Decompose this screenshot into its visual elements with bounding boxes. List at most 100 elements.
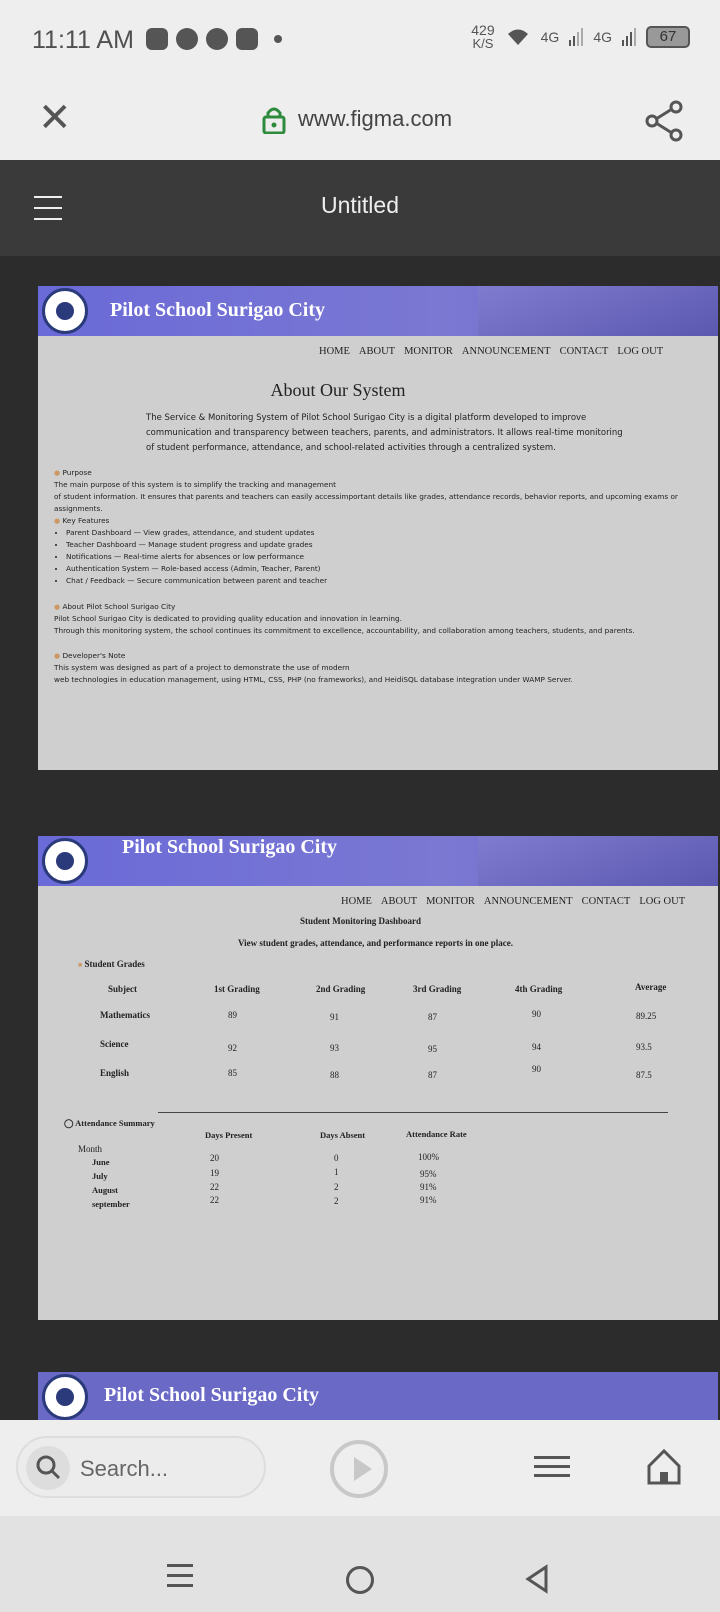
school-section-title: About Pilot School Surigao City (62, 602, 176, 611)
file-title: Untitled (321, 192, 399, 218)
grade-cell: 87 (428, 1070, 437, 1080)
header-banner: Pilot School Surigao City (38, 836, 718, 886)
school-name: Pilot School Surigao City (122, 836, 338, 858)
school-logo (42, 1374, 88, 1420)
grade-cell: 93 (330, 1043, 339, 1053)
nav-contact[interactable]: CONTACT (582, 896, 631, 907)
close-icon[interactable]: ✕ (38, 98, 72, 138)
att-cell: 2 (334, 1182, 339, 1192)
attendance-title: ◯ Attendance Summary (64, 1118, 155, 1128)
att-header: Days Present (205, 1130, 253, 1140)
school-name: Pilot School Surigao City (110, 299, 326, 321)
back-icon[interactable] (524, 1564, 550, 1594)
nav-home[interactable]: HOME (341, 896, 372, 907)
network-speed: 429 K/S (471, 22, 495, 51)
nav-monitor[interactable]: MONITOR (404, 346, 453, 357)
purpose-section: ● Purpose The main purpose of this syste… (54, 468, 678, 513)
signal-4g-1: 4G (540, 29, 560, 45)
battery-icon: 67 (646, 26, 690, 48)
nav-logout[interactable]: LOG OUT (639, 896, 685, 907)
feature-item: Parent Dashboard — View grades, attendan… (66, 527, 704, 539)
nav-about[interactable]: ABOUT (381, 896, 417, 907)
att-cell: 22 (210, 1195, 219, 1205)
att-month: June (92, 1157, 110, 1167)
grade-cell: 93.5 (636, 1042, 652, 1052)
att-cell: 19 (210, 1168, 219, 1178)
intro-text: The Service & Monitoring System of Pilot… (146, 413, 623, 453)
grade-header: 1st Grading (214, 984, 260, 994)
att-header: Attendance Rate (406, 1129, 467, 1139)
nav-home[interactable]: HOME (319, 346, 350, 357)
about-frame[interactable]: Pilot School Surigao City HOME ABOUT MON… (38, 286, 718, 770)
url-text[interactable]: www.figma.com (298, 106, 452, 132)
att-month: August (92, 1185, 118, 1195)
more-notifications-icon (274, 35, 282, 43)
nav-menu: HOME ABOUT MONITOR ANNOUNCEMENT CONTACT … (319, 346, 663, 357)
signal-icon (569, 28, 584, 46)
grade-cell: 92 (228, 1043, 237, 1053)
grade-cell: 91 (330, 1012, 339, 1022)
search-input[interactable]: Search... (80, 1456, 168, 1482)
att-month: July (92, 1171, 108, 1181)
grade-cell: 94 (532, 1042, 541, 1052)
bottom-toolbar: Search... (0, 1420, 720, 1516)
list-icon[interactable] (534, 1456, 570, 1483)
att-header: Days Absent (320, 1130, 366, 1140)
snapchat-icon (206, 28, 228, 50)
lock-icon (262, 107, 286, 134)
home-icon[interactable] (646, 1448, 682, 1486)
banner-photo (478, 836, 718, 886)
features-section: ● Key Features Parent Dashboard — View g… (54, 515, 704, 587)
grade-header: Average (635, 982, 667, 992)
home-button-icon[interactable] (346, 1566, 374, 1594)
school-logo (42, 838, 88, 884)
nav-contact[interactable]: CONTACT (560, 346, 609, 357)
share-icon[interactable] (644, 100, 684, 142)
nav-monitor[interactable]: MONITOR (426, 896, 475, 907)
app-icon (236, 28, 258, 50)
nav-logout[interactable]: LOG OUT (617, 346, 663, 357)
feature-item: Teacher Dashboard — Manage student progr… (66, 539, 704, 551)
recent-apps-icon[interactable] (167, 1564, 193, 1594)
messenger-icon (176, 28, 198, 50)
grade-subject: Science (100, 1039, 129, 1049)
grade-subject: Mathematics (100, 1010, 150, 1020)
school-section: ● About Pilot School Surigao City Pilot … (54, 602, 635, 635)
att-cell: 95% (420, 1169, 437, 1179)
att-month: september (92, 1199, 130, 1209)
grade-cell: 88 (330, 1070, 339, 1080)
banner-photo (478, 286, 718, 336)
att-cell: 91% (420, 1182, 437, 1192)
grade-header: Subject (108, 984, 137, 994)
att-cell: 20 (210, 1153, 219, 1163)
nav-announcement[interactable]: ANNOUNCEMENT (462, 346, 551, 357)
search-icon (26, 1446, 70, 1490)
divider (158, 1112, 668, 1113)
search-bar[interactable]: Search... (16, 1436, 266, 1498)
purpose-title: Purpose (62, 468, 92, 477)
grade-subject: English (100, 1068, 130, 1078)
status-time: 11:11 AM (32, 26, 134, 54)
grade-cell: 87.5 (636, 1070, 652, 1080)
school-logo (42, 288, 88, 334)
wifi-icon (507, 29, 528, 45)
third-frame[interactable]: Pilot School Surigao City (38, 1372, 718, 1420)
att-cell: 2 (334, 1196, 339, 1206)
app-notification-icon (146, 28, 168, 50)
grade-cell: 90 (532, 1009, 541, 1019)
att-header: Month (78, 1144, 103, 1154)
grades-title: ■ Student Grades (78, 959, 145, 969)
monitor-frame[interactable]: Pilot School Surigao City HOME ABOUT MON… (38, 836, 718, 1320)
nav-about[interactable]: ABOUT (359, 346, 395, 357)
feature-item: Authentication System — Role-based acces… (66, 563, 704, 575)
nav-announcement[interactable]: ANNOUNCEMENT (484, 896, 573, 907)
figma-toolbar: Untitled (0, 160, 720, 256)
grade-cell: 89.25 (636, 1011, 657, 1021)
school-name: Pilot School Surigao City (104, 1384, 320, 1406)
system-nav-bar (0, 1516, 720, 1612)
grade-cell: 85 (228, 1068, 237, 1078)
notification-icons (146, 28, 282, 50)
dev-title: Developer's Note (62, 651, 126, 660)
feature-item: Notifications — Real-time alerts for abs… (66, 551, 704, 563)
play-icon[interactable] (330, 1440, 388, 1498)
